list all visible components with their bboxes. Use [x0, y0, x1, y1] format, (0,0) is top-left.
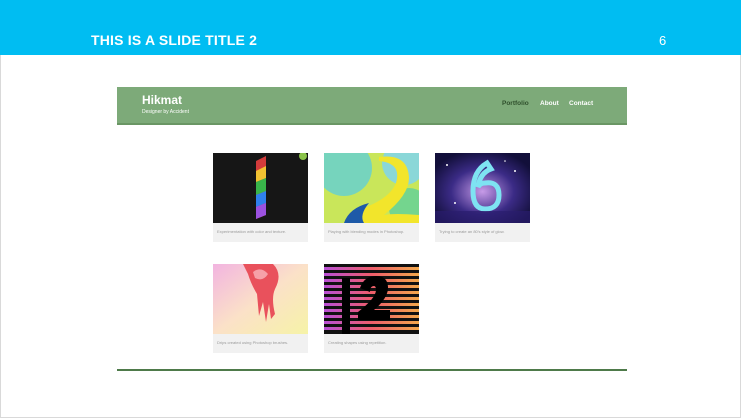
portfolio-caption: Creating shapes using repetition. — [328, 340, 387, 345]
nav-link-contact[interactable]: Contact — [569, 100, 593, 107]
slide-header: THIS IS A SLIDE TITLE 2 6 — [0, 0, 741, 55]
website-screenshot: Hikmat Designer by Accident Portfolio Ab… — [117, 87, 627, 371]
portfolio-thumbnail[interactable] — [324, 264, 419, 334]
portfolio-card[interactable]: Trying to create an 80's style of glow. — [435, 153, 530, 242]
portfolio-caption: Playing with blending modes in Photoshop… — [328, 229, 405, 234]
site-divider — [117, 369, 627, 371]
portfolio-thumbnail[interactable] — [324, 153, 419, 223]
nav-link-portfolio[interactable]: Portfolio — [502, 100, 529, 107]
site-navbar: Hikmat Designer by Accident Portfolio Ab… — [117, 87, 627, 125]
portfolio-card[interactable]: Playing with blending modes in Photoshop… — [324, 153, 419, 242]
slide-title: THIS IS A SLIDE TITLE 2 — [91, 32, 258, 48]
portfolio-card[interactable]: Creating shapes using repetition. — [324, 264, 419, 353]
portfolio-caption: Trying to create an 80's style of glow. — [439, 229, 505, 234]
slide-number: 6 — [659, 33, 667, 48]
portfolio-thumbnail[interactable] — [213, 153, 308, 223]
slide: THIS IS A SLIDE TITLE 2 6 Hikmat Designe… — [0, 0, 741, 418]
portfolio-thumbnail[interactable] — [213, 264, 308, 334]
portfolio-card[interactable]: Drips created using Photoshop brushes. — [213, 264, 308, 353]
portfolio-card[interactable]: Experimentation with color and texture. — [213, 153, 308, 242]
nav-link-about[interactable]: About — [540, 100, 559, 107]
portfolio-caption: Experimentation with color and texture. — [217, 229, 287, 234]
site-brand-logo[interactable]: Hikmat — [142, 93, 182, 107]
portfolio-thumbnail[interactable] — [435, 153, 530, 223]
portfolio-caption: Drips created using Photoshop brushes. — [217, 340, 289, 345]
site-tagline: Designer by Accident — [142, 109, 189, 115]
